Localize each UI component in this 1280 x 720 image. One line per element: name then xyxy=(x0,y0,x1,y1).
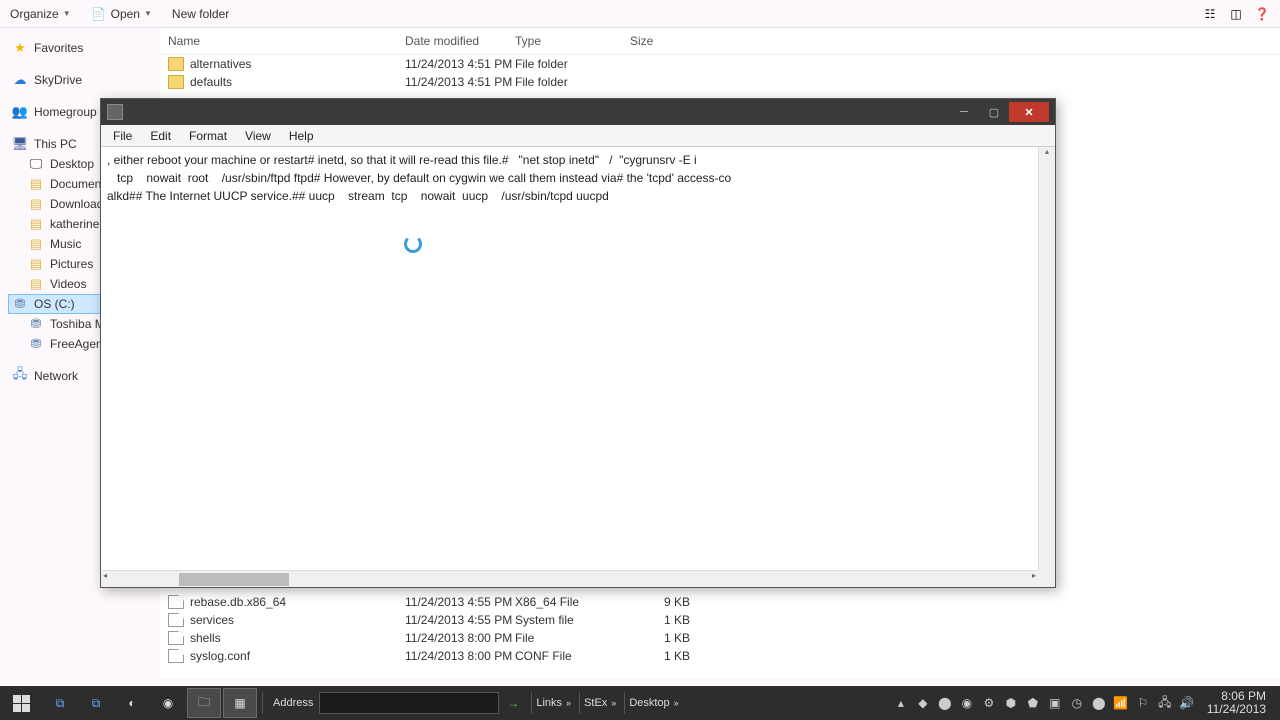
notepad-menubar: File Edit Format View Help xyxy=(101,125,1055,147)
task-explorer[interactable]: 🗀 xyxy=(187,688,221,718)
tray-icon[interactable]: ◆ xyxy=(915,695,931,711)
tray-icon[interactable]: ⬤ xyxy=(937,695,953,711)
folder-icon: ▤ xyxy=(28,176,44,192)
address-label: Address xyxy=(273,697,313,709)
horizontal-scrollbar[interactable] xyxy=(101,570,1038,587)
system-tray: ▴ ◆ ⬤ ◉ ⚙ ⬢ ⬟ ▣ ◷ ⬤ 📶 ⚐ 🖧 🔊 8:06 PM 11/2… xyxy=(893,690,1280,716)
tray-icon[interactable]: 📶 xyxy=(1113,695,1129,711)
maximize-button[interactable]: ▢ xyxy=(979,102,1009,122)
explorer-toolbar: Organize▼ 📄 Open▼ New folder ☷ ◫ ❓ xyxy=(0,0,1280,28)
sidebar-skydrive[interactable]: ☁SkyDrive xyxy=(8,70,152,90)
close-button[interactable]: ✕ xyxy=(1009,102,1049,122)
desktop-icon: 🖵 xyxy=(28,156,44,172)
scrollbar-thumb[interactable] xyxy=(179,573,289,586)
task-chrome[interactable]: ◉ xyxy=(151,688,185,718)
tray-icon[interactable]: ▣ xyxy=(1047,695,1063,711)
folder-icon: ▤ xyxy=(28,276,44,292)
go-icon[interactable]: → xyxy=(505,695,521,711)
task-powershell2[interactable]: ⧉ xyxy=(79,688,113,718)
taskbar-clock[interactable]: 8:06 PM 11/24/2013 xyxy=(1201,690,1272,716)
preview-icon[interactable]: ◫ xyxy=(1228,6,1244,22)
organize-button[interactable]: Organize▼ xyxy=(10,7,71,21)
menu-view[interactable]: View xyxy=(237,127,279,145)
folder-icon: ▤ xyxy=(28,196,44,212)
folder-icon: ▤ xyxy=(28,236,44,252)
tray-icon[interactable]: ⚙ xyxy=(981,695,997,711)
file-row[interactable]: shells11/24/2013 8:00 PMFile1 KB xyxy=(160,629,1280,647)
tray-icon[interactable]: ⬤ xyxy=(1091,695,1107,711)
task-app[interactable]: ◐ xyxy=(115,688,149,718)
file-row[interactable]: defaults11/24/2013 4:51 PMFile folder xyxy=(160,73,1280,91)
task-powershell[interactable]: ⧉ xyxy=(43,688,77,718)
address-input[interactable] xyxy=(319,692,499,714)
file-list-header[interactable]: Name Date modified Type Size xyxy=(160,28,1280,55)
pc-icon: 🖥 xyxy=(12,136,28,152)
homegroup-icon: 👥 xyxy=(12,104,28,120)
help-icon[interactable]: ❓ xyxy=(1254,6,1270,22)
folder-icon: ▤ xyxy=(28,216,44,232)
file-icon xyxy=(168,649,184,663)
start-button[interactable] xyxy=(0,686,42,720)
menu-help[interactable]: Help xyxy=(281,127,322,145)
menu-file[interactable]: File xyxy=(105,127,140,145)
tray-icon[interactable]: ◉ xyxy=(959,695,975,711)
folder-icon: ▤ xyxy=(28,256,44,272)
stex-label[interactable]: StEx xyxy=(584,697,607,709)
menu-format[interactable]: Format xyxy=(181,127,235,145)
minimize-button[interactable]: ─ xyxy=(949,102,979,122)
view-icon[interactable]: ☷ xyxy=(1202,6,1218,22)
windows-logo-icon xyxy=(13,695,30,712)
file-row[interactable]: alternatives11/24/2013 4:51 PMFile folde… xyxy=(160,55,1280,73)
file-icon xyxy=(168,613,184,627)
star-icon: ★ xyxy=(12,40,28,56)
file-row[interactable]: rebase.db.x86_6411/24/2013 4:55 PMX86_64… xyxy=(160,593,1280,611)
taskbar: ⧉ ⧉ ◐ ◉ 🗀 ▦ Address → Links » StEx » Des… xyxy=(0,686,1280,720)
tray-up-icon[interactable]: ▴ xyxy=(893,695,909,711)
busy-cursor-icon xyxy=(404,235,422,253)
menu-edit[interactable]: Edit xyxy=(142,127,179,145)
tray-network-icon[interactable]: 🖧 xyxy=(1157,695,1173,711)
file-icon xyxy=(168,595,184,609)
desktop-label[interactable]: Desktop xyxy=(629,697,669,709)
notepad-content[interactable]: , either reboot your machine or restart#… xyxy=(101,147,1055,571)
open-icon: 📄 xyxy=(91,6,107,22)
sidebar-favorites[interactable]: ★Favorites xyxy=(8,38,152,58)
notepad-titlebar[interactable]: ─ ▢ ✕ xyxy=(101,99,1055,125)
folder-icon xyxy=(168,75,184,89)
resize-grip[interactable] xyxy=(1038,570,1055,587)
network-icon: 🖧 xyxy=(12,368,28,384)
notepad-window: ─ ▢ ✕ File Edit Format View Help , eithe… xyxy=(100,98,1056,588)
task-notepad[interactable]: ▦ xyxy=(223,688,257,718)
newfolder-button[interactable]: New folder xyxy=(172,7,229,21)
tray-icon[interactable]: ◷ xyxy=(1069,695,1085,711)
drive-icon: ⛃ xyxy=(28,336,44,352)
tray-flag-icon[interactable]: ⚐ xyxy=(1135,695,1151,711)
tray-volume-icon[interactable]: 🔊 xyxy=(1179,695,1195,711)
cloud-icon: ☁ xyxy=(12,72,28,88)
file-icon xyxy=(168,631,184,645)
drive-icon: ⛃ xyxy=(28,316,44,332)
vertical-scrollbar[interactable] xyxy=(1038,147,1055,571)
folder-icon xyxy=(168,57,184,71)
tray-icon[interactable]: ⬢ xyxy=(1003,695,1019,711)
drive-icon: ⛃ xyxy=(12,296,28,312)
links-label[interactable]: Links xyxy=(536,697,562,709)
notepad-icon xyxy=(107,104,123,120)
open-button[interactable]: 📄 Open▼ xyxy=(91,6,152,22)
file-row[interactable]: services11/24/2013 4:55 PMSystem file1 K… xyxy=(160,611,1280,629)
tray-icon[interactable]: ⬟ xyxy=(1025,695,1041,711)
file-row[interactable]: syslog.conf11/24/2013 8:00 PMCONF File1 … xyxy=(160,647,1280,665)
